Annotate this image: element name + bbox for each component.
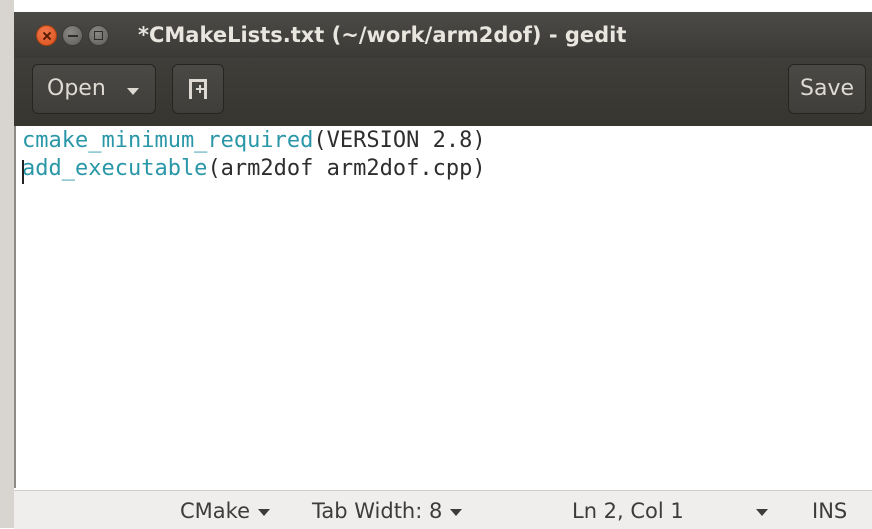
- insert-mode-indicator[interactable]: INS: [812, 499, 847, 523]
- new-document-button[interactable]: [172, 64, 224, 114]
- title-bar: *CMakeLists.txt (~/work/arm2dof) - gedit: [14, 12, 872, 58]
- close-window-button[interactable]: [36, 25, 57, 46]
- new-document-icon: [189, 79, 207, 99]
- chevron-down-icon: [127, 88, 139, 95]
- chevron-down-icon: [450, 508, 463, 516]
- chevron-down-icon: [257, 508, 270, 516]
- code-line-2: add_executable(arm2dof arm2dof.cpp): [22, 156, 486, 181]
- cmake-command: add_executable: [22, 156, 208, 181]
- open-button-label: Open: [47, 76, 106, 101]
- background-window-edge: [0, 0, 14, 528]
- code-line-1: cmake_minimum_required(VERSION 2.8): [22, 128, 486, 153]
- tab-width-selector[interactable]: Tab Width: 8: [312, 499, 463, 523]
- cmake-command: cmake_minimum_required: [22, 128, 314, 153]
- chevron-down-icon: [756, 508, 768, 516]
- maximize-window-button[interactable]: [88, 25, 109, 46]
- save-button-label: Save: [800, 76, 855, 101]
- language-selector[interactable]: CMake: [180, 499, 270, 523]
- cursor-position: Ln 2, Col 1: [572, 499, 684, 523]
- desktop-strip: [14, 0, 872, 12]
- minimize-window-button[interactable]: [62, 25, 83, 46]
- header-bar: Open Save: [14, 58, 872, 126]
- text-cursor: [22, 160, 24, 184]
- gedit-window: *CMakeLists.txt (~/work/arm2dof) - gedit…: [0, 0, 872, 529]
- position-menu-button[interactable]: [748, 499, 768, 523]
- cmake-arguments: (VERSION 2.8): [313, 128, 486, 153]
- tab-width-label: Tab Width: 8: [312, 499, 443, 523]
- cmake-arguments: (arm2dof arm2dof.cpp): [207, 156, 486, 181]
- save-button[interactable]: Save: [788, 64, 866, 114]
- status-bar: CMake Tab Width: 8 Ln 2, Col 1 INS: [14, 490, 872, 529]
- open-button[interactable]: Open: [32, 64, 156, 114]
- window-title: *CMakeLists.txt (~/work/arm2dof) - gedit: [138, 23, 627, 47]
- language-label: CMake: [180, 499, 250, 523]
- text-editor-area[interactable]: cmake_minimum_required(VERSION 2.8) add_…: [16, 126, 872, 490]
